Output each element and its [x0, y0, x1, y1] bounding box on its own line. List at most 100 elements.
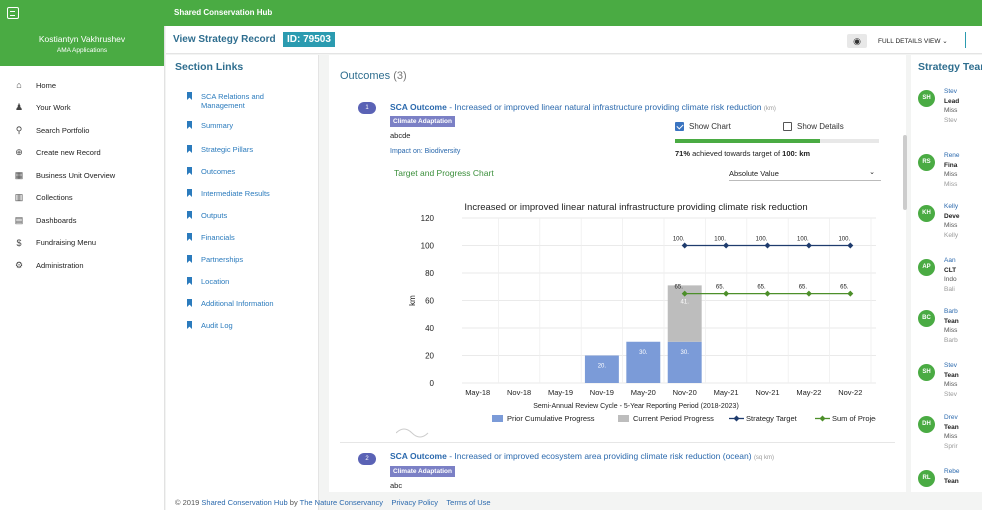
terms-link[interactable]: Terms of Use — [446, 498, 490, 507]
bookmark-icon — [187, 255, 192, 263]
team-panel: Strategy Team SHStevLeadMissStev RSReneFi… — [911, 55, 982, 492]
section-link[interactable]: SCA Relations and Management — [187, 92, 297, 110]
section-link-label: Outcomes — [201, 167, 236, 176]
outcome-note: abc — [390, 481, 403, 490]
team-member[interactable]: BC Barb Tean Miss Barb — [918, 307, 959, 345]
sidebar-item-label: Business Unit Overview — [36, 170, 116, 180]
achieved-text: 71% achieved towards target of 100: km — [675, 149, 811, 158]
sidebar-item-business-unit-overview[interactable]: ▦ Business Unit Overview — [0, 164, 164, 187]
checkbox-empty-icon — [783, 122, 792, 131]
avatar: KH — [918, 205, 935, 222]
sidebar-item-create-new-record[interactable]: ⊕ Create new Record — [0, 142, 164, 165]
team-member[interactable]: SH Stev Tean Miss Stev — [918, 361, 959, 399]
line-label: 65. — [675, 285, 684, 291]
member-name[interactable]: Rebe — [944, 467, 960, 477]
sidebar-item-collections[interactable]: ▥ Collections — [0, 187, 164, 210]
sidebar-item-fundraising-menu[interactable]: $ Fundraising Menu — [0, 232, 164, 255]
target-marker — [723, 242, 730, 249]
tnc-link[interactable]: The Nature Conservancy — [300, 498, 383, 507]
team-member[interactable]: AP Aan CLT Indo Bali — [918, 256, 957, 294]
chart-menu-icon[interactable] — [396, 428, 429, 438]
record-id-badge: ID: 79503 — [283, 32, 335, 47]
dollar-icon: $ — [16, 237, 22, 248]
member-info: Drev Tean Miss Sprir — [944, 413, 959, 451]
scrollbar[interactable] — [903, 135, 907, 210]
member-name[interactable]: Aan — [944, 256, 957, 266]
outcome-title[interactable]: SCA Outcome - Increased or improved ecos… — [390, 451, 774, 461]
line-label: 100. — [756, 237, 768, 243]
sidebar-item-home[interactable]: ⌂ Home — [0, 74, 164, 97]
x-tick-label: Nov-22 — [838, 388, 862, 397]
legend-label: Strategy Target — [746, 414, 798, 423]
privacy-link[interactable]: Privacy Policy — [391, 498, 438, 507]
member-org: Miss — [944, 171, 958, 178]
legend-marker — [733, 415, 740, 422]
x-tick-label: May-20 — [631, 388, 656, 397]
header-divider — [965, 32, 966, 48]
app-title: Shared Conservation Hub — [174, 8, 273, 17]
avatar: RL — [918, 470, 935, 487]
sidebar-toggle-icon[interactable] — [7, 7, 19, 19]
member-name[interactable]: Drev — [944, 413, 959, 423]
section-link[interactable]: Partnerships — [187, 255, 243, 264]
x-axis-label: Semi-Annual Review Cycle - 5-Year Report… — [533, 403, 739, 410]
team-title: Strategy Team — [918, 61, 982, 73]
member-name[interactable]: Stev — [944, 361, 959, 371]
page-title: View Strategy Record — [173, 34, 276, 45]
outcomes-heading: Outcomes (3) — [340, 70, 407, 82]
outcome-number-badge: 2 — [358, 453, 376, 465]
y-tick-label: 0 — [430, 379, 435, 388]
show-details-checkbox[interactable]: Show Details — [783, 122, 844, 131]
category-tag: Climate Adaptation — [390, 116, 455, 127]
target-marker — [681, 242, 688, 249]
section-link-label: Summary — [201, 121, 234, 130]
sidebar-item-label: Collections — [36, 193, 73, 203]
member-email: Kelly — [944, 231, 959, 239]
outcomes-panel: Outcomes (3) 1 SCA Outcome - Increased o… — [329, 55, 906, 492]
sidebar-item-dashboards[interactable]: ▤ Dashboards — [0, 209, 164, 232]
view-mode-dropdown[interactable]: FULL DETAILS VIEW ⌄ — [878, 37, 948, 45]
sidebar-item-search-portfolio[interactable]: ⚲ Search Portfolio — [0, 119, 164, 142]
team-member[interactable]: RL Rebe Tean — [918, 467, 960, 487]
hub-link[interactable]: Shared Conservation Hub — [201, 498, 287, 507]
outcome-title[interactable]: SCA Outcome - Increased or improved line… — [390, 102, 776, 112]
section-link[interactable]: Intermediate Results — [187, 189, 270, 198]
member-role: CLT — [944, 266, 957, 274]
sidebar-item-label: Create new Record — [36, 148, 101, 158]
bookmark-icon — [187, 189, 192, 197]
section-link[interactable]: Strategic Pillars — [187, 145, 253, 154]
member-name[interactable]: Stev — [944, 87, 959, 97]
team-member[interactable]: DH Drev Tean Miss Sprir — [918, 413, 959, 451]
line-label: 65. — [840, 285, 849, 291]
eye-icon[interactable]: ◉ — [847, 34, 867, 48]
section-link[interactable]: Location — [187, 277, 229, 286]
section-link[interactable]: Outputs — [187, 211, 227, 220]
member-name[interactable]: Barb — [944, 307, 959, 317]
section-link[interactable]: Additional Information — [187, 299, 274, 308]
bookmark-icon — [187, 321, 192, 329]
member-name[interactable]: Kelly — [944, 202, 960, 212]
member-email: Sprir — [944, 442, 958, 450]
section-link-label: Outputs — [201, 211, 228, 220]
section-link[interactable]: Outcomes — [187, 167, 235, 176]
team-member[interactable]: RS Rene Fina Miss Miss — [918, 151, 960, 189]
sidebar-nav: ⌂ Home ♟ Your Work ⚲ Search Portfolio ⊕ Create … — [0, 74, 164, 277]
y-tick-label: 80 — [425, 269, 434, 278]
sidebar-item-administration[interactable]: ⚙ Administration — [0, 254, 164, 277]
sidebar-item-your-work[interactable]: ♟ Your Work — [0, 97, 164, 120]
line-label: 100. — [797, 237, 809, 243]
user-box[interactable]: Kostiantyn Vakhrushev AMA Applications — [0, 26, 164, 66]
show-chart-checkbox[interactable]: Show Chart — [675, 122, 731, 131]
member-role: Lead — [944, 97, 960, 105]
x-tick-label: Nov-18 — [507, 388, 531, 397]
section-link[interactable]: Summary — [187, 121, 233, 130]
value-mode-select[interactable]: Absolute Value ⌄ — [729, 165, 881, 181]
section-link[interactable]: Audit Log — [187, 321, 233, 330]
x-tick-label: Nov-19 — [590, 388, 614, 397]
section-link[interactable]: Financials — [187, 233, 235, 242]
team-member[interactable]: KH Kelly Deve Miss Kelly — [918, 202, 960, 240]
team-member[interactable]: SH Stev Lead Miss Stev — [918, 87, 959, 125]
progress-bar — [675, 139, 879, 143]
member-email: Stev — [944, 116, 958, 124]
member-name[interactable]: Rene — [944, 151, 960, 161]
